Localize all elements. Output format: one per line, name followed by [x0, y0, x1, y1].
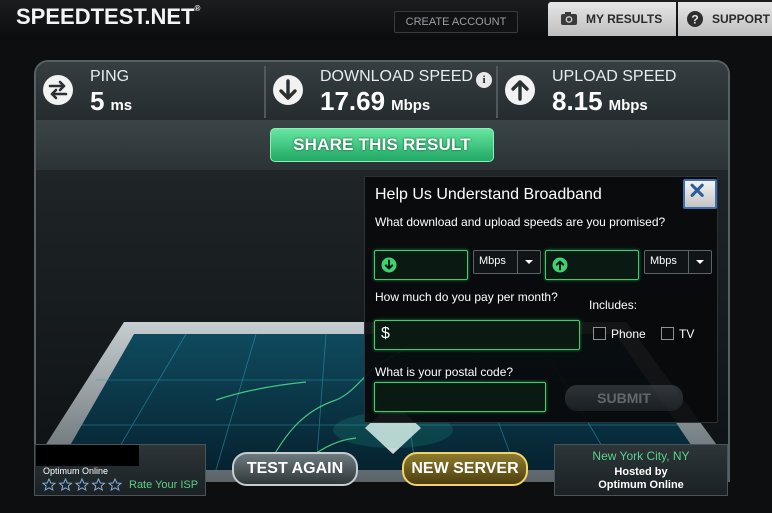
download-label: DOWNLOAD SPEED [320, 68, 473, 85]
speeds-question: What download and upload speeds are you … [375, 215, 666, 229]
close-icon [690, 183, 704, 197]
includes-label: Includes: [589, 298, 638, 312]
tv-label: TV [679, 327, 695, 341]
tv-checkbox[interactable] [661, 327, 674, 340]
download-unit-value: Mbps [479, 255, 506, 267]
host-name: Optimum Online [598, 479, 684, 491]
currency-symbol: $ [381, 325, 390, 342]
broadband-survey-popup: Help Us Understand Broadband What downlo… [364, 176, 718, 423]
chevron-down-icon [688, 251, 711, 273]
upload-unit-select[interactable]: Mbps [644, 250, 712, 274]
info-icon[interactable]: i [476, 72, 492, 88]
server-city[interactable]: New York City, NY [555, 449, 727, 463]
survey-title: Help Us Understand Broadband [375, 186, 602, 203]
speedtest-logo[interactable]: SPEEDTEST.NET® [16, 4, 200, 30]
download-unit: Mbps [391, 97, 431, 114]
trademark-mark: ® [194, 4, 201, 13]
phone-checkbox[interactable] [593, 327, 606, 340]
upload-value: 8.15 Mbps [552, 86, 648, 117]
download-arrow-icon [381, 257, 397, 273]
download-number: 17.69 [320, 86, 386, 116]
chevron-down-icon [517, 251, 540, 273]
ping-number: 5 [90, 86, 105, 116]
ping-stat: PING 5 ms [36, 62, 264, 120]
camera-icon [561, 12, 577, 25]
create-account-button[interactable]: CREATE ACCOUNT [394, 11, 518, 33]
postal-question: What is your postal code? [375, 365, 514, 379]
isp-box: Optimum Online Rate Your ISP [34, 444, 206, 496]
my-results-tab[interactable]: MY RESULTS [548, 2, 676, 36]
redacted-block [36, 445, 139, 466]
download-unit-select[interactable]: Mbps [473, 250, 541, 274]
ping-unit: ms [110, 97, 133, 114]
upload-speed-field[interactable] [545, 250, 639, 280]
hosted-by-label: Hosted by [614, 466, 668, 478]
server-info-box: New York City, NY Hosted by Optimum Onli… [554, 444, 728, 496]
submit-button[interactable]: SUBMIT [565, 385, 683, 411]
star-icon [107, 478, 123, 491]
star-icon [74, 478, 90, 491]
ping-label: PING [90, 68, 130, 85]
bottom-bar: Optimum Online Rate Your ISP TEST AGAIN … [34, 444, 728, 496]
new-server-button[interactable]: NEW SERVER [402, 452, 528, 486]
download-stat: DOWNLOAD SPEED 17.69 Mbps [266, 62, 496, 120]
star-icon [91, 478, 106, 491]
download-arrow-icon [273, 75, 303, 105]
star-icon [41, 478, 57, 491]
share-result-button[interactable]: SHARE THIS RESULT [270, 128, 494, 162]
help-icon: ? [687, 11, 703, 27]
upload-unit-value: Mbps [650, 255, 677, 267]
star-icon [58, 478, 73, 491]
logo-text: SPEEDTEST.NET [16, 4, 195, 29]
test-again-button[interactable]: TEST AGAIN [232, 452, 358, 486]
my-results-label: MY RESULTS [586, 12, 663, 26]
rating-stars[interactable] [41, 478, 125, 491]
upload-number: 8.15 [552, 86, 603, 116]
isp-name: Optimum Online [43, 466, 109, 476]
support-label: SUPPORT [712, 12, 771, 26]
postal-code-field[interactable] [374, 382, 546, 412]
top-bar: SPEEDTEST.NET® CREATE ACCOUNT MY RESULTS… [0, 0, 772, 40]
upload-unit: Mbps [608, 97, 648, 114]
close-button[interactable] [683, 179, 717, 209]
download-speed-field[interactable] [374, 250, 468, 280]
ping-value: 5 ms [90, 86, 132, 117]
rate-isp-link[interactable]: Rate Your ISP [129, 479, 198, 491]
monthly-cost-field[interactable]: $ [374, 320, 580, 350]
ping-icon [43, 75, 73, 105]
support-tab[interactable]: ? SUPPORT [678, 2, 772, 36]
phone-label: Phone [611, 327, 646, 341]
stats-bar: PING 5 ms DOWNLOAD SPEED 17.69 Mbps i UPLO… [36, 62, 728, 121]
download-value: 17.69 Mbps [320, 86, 430, 117]
upload-label: UPLOAD SPEED [552, 68, 677, 85]
share-strip: SHARE THIS RESULT [36, 120, 728, 170]
pay-question: How much do you pay per month? [375, 290, 558, 304]
upload-arrow-icon [552, 257, 568, 273]
upload-stat: UPLOAD SPEED 8.15 Mbps [498, 62, 728, 120]
svg-text:?: ? [691, 13, 698, 27]
upload-arrow-icon [505, 75, 535, 105]
